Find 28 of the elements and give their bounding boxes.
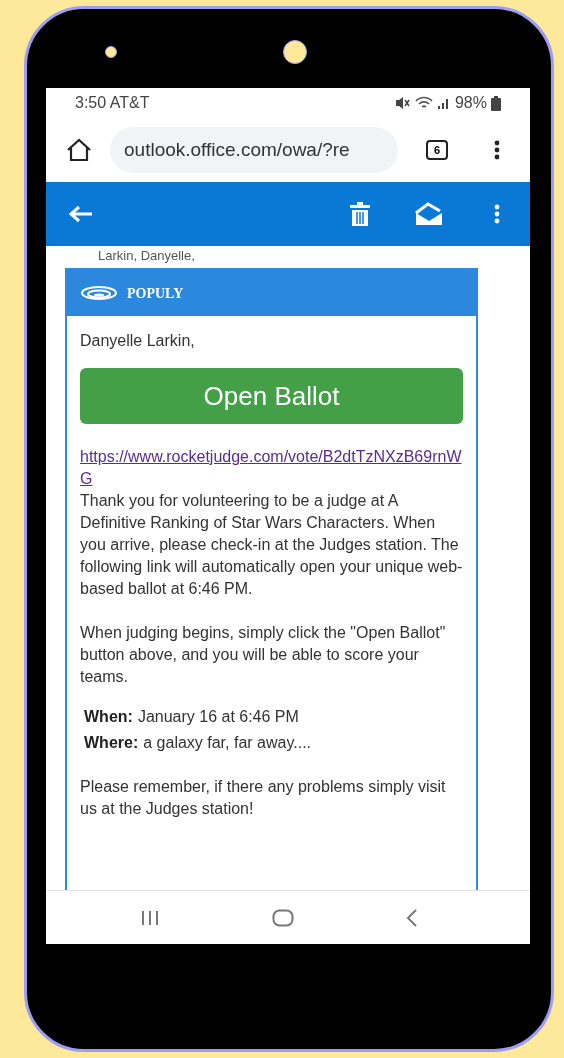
detail-label: Where:: [84, 733, 139, 753]
detail-label: When:: [84, 707, 133, 727]
home-icon[interactable]: [66, 138, 92, 162]
recent-apps-icon[interactable]: [140, 909, 160, 926]
status-time: 3:50 AT&T: [75, 93, 150, 113]
logo-icon: [81, 286, 117, 300]
address-bar[interactable]: outlook.office.com/owa/?re: [110, 127, 398, 173]
camera-lens: [283, 40, 307, 64]
back-icon[interactable]: [406, 908, 418, 927]
signal-icon: [436, 96, 451, 110]
delete-icon[interactable]: [350, 202, 370, 226]
closing-text: Please remember, if there any problems simply visit us at the Judges station!: [80, 777, 447, 819]
detail-value: January 16 at 6:46 PM: [137, 707, 299, 727]
ballot-link[interactable]: https://www.rocketjudge.com/vote/B2dtTzNXzB69rnWG: [80, 446, 463, 490]
detail-value: a galaxy far, far away....: [143, 733, 311, 753]
home-button-icon[interactable]: [272, 908, 294, 927]
greeting: Danyelle Larkin,: [80, 331, 196, 351]
open-envelope-icon[interactable]: [414, 201, 444, 227]
mute-icon: [394, 96, 411, 110]
body-paragraph: Thank you for volunteering to be a judge at A Definitive Ranking of Star Wars Characters. When you arrive, please check-in at the Judges station. The following link will automatically open your unique web-based ballot at 6:46 PM.: [80, 491, 463, 599]
more-icon[interactable]: [494, 140, 500, 160]
body-paragraph: When judging begins, simply click the "Open Ballot" button above, and you will be able to score your teams.: [80, 623, 447, 687]
wifi-icon: [414, 96, 433, 110]
battery-percent: 98%: [454, 93, 487, 113]
tab-count-button[interactable]: 6: [426, 140, 448, 160]
sender-line: Larkin, Danyelle,: [97, 247, 196, 264]
brand-name: POPULY: [127, 284, 184, 303]
battery-icon: [491, 95, 501, 111]
